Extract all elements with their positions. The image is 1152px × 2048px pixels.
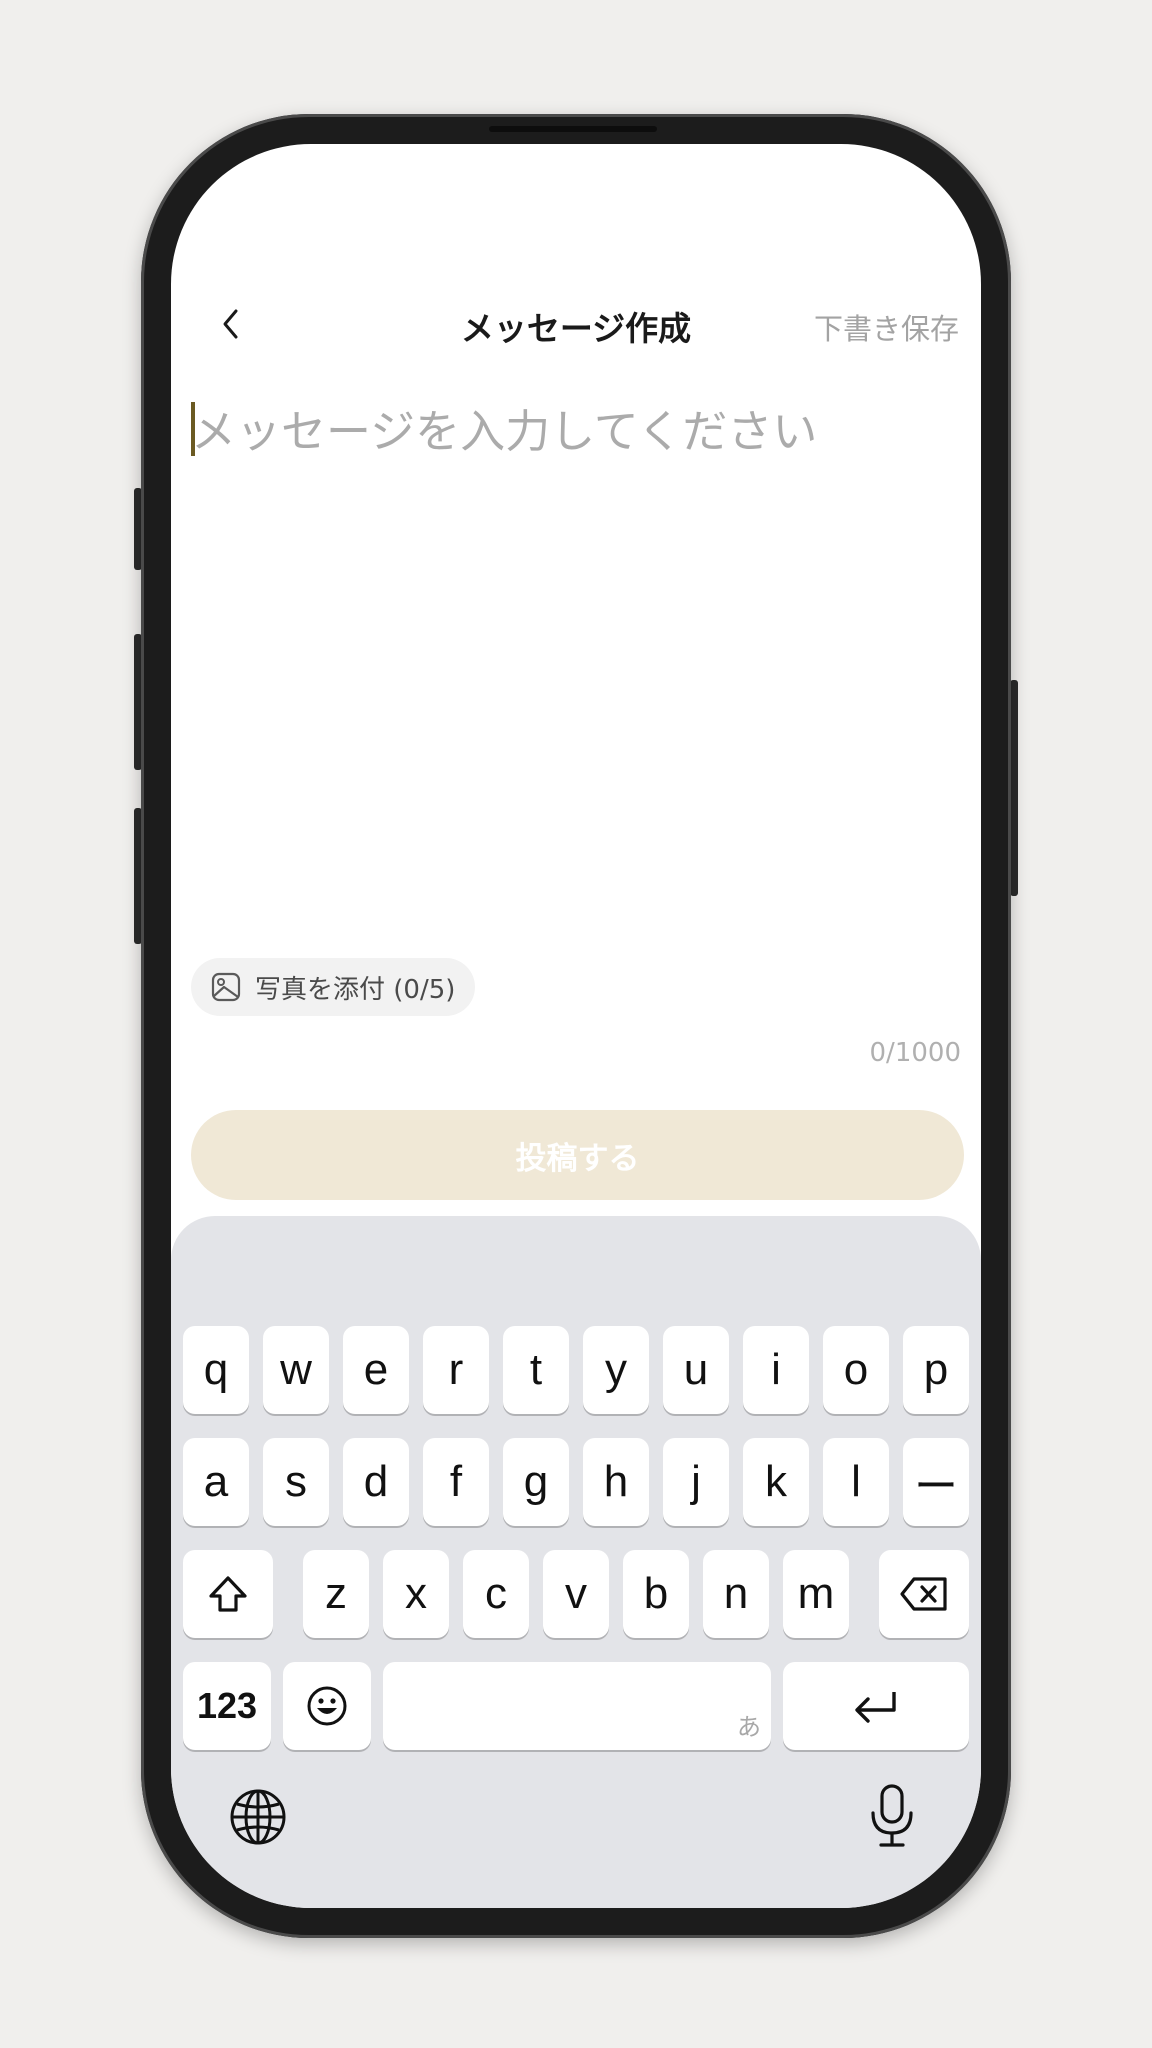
space-key[interactable]: あ <box>383 1662 771 1750</box>
emoji-icon <box>307 1686 347 1726</box>
attach-photo-label: 写真を添付 (0/5) <box>255 974 456 1005</box>
key-c[interactable]: c <box>463 1550 529 1638</box>
key-u[interactable]: u <box>663 1326 729 1414</box>
key-v[interactable]: v <box>543 1550 609 1638</box>
key-l[interactable]: l <box>823 1438 889 1526</box>
post-button-label: 投稿する <box>515 1140 640 1177</box>
shift-key[interactable] <box>183 1550 273 1638</box>
key-long-vowel[interactable]: ー <box>903 1438 969 1526</box>
key-m[interactable]: m <box>783 1550 849 1638</box>
numbers-key[interactable]: 123 <box>183 1662 271 1750</box>
key-x[interactable]: x <box>383 1550 449 1638</box>
key-b[interactable]: b <box>623 1550 689 1638</box>
key-w[interactable]: w <box>263 1326 329 1414</box>
key-n[interactable]: n <box>703 1550 769 1638</box>
shift-icon <box>209 1576 247 1612</box>
key-t[interactable]: t <box>503 1326 569 1414</box>
key-o[interactable]: o <box>823 1326 889 1414</box>
power-button <box>1010 680 1018 896</box>
save-draft-button[interactable]: 下書き保存 <box>814 306 959 348</box>
key-d[interactable]: d <box>343 1438 409 1526</box>
space-key-hint: あ <box>737 1713 761 1741</box>
post-button[interactable]: 投稿する <box>191 1110 964 1200</box>
key-p[interactable]: p <box>903 1326 969 1414</box>
phone-frame: メッセージ作成 下書き保存 写真を添付 (0/5) 0/1000 投稿する q … <box>141 114 1011 1938</box>
key-z[interactable]: z <box>303 1550 369 1638</box>
key-f[interactable]: f <box>423 1438 489 1526</box>
microphone-icon <box>871 1784 913 1847</box>
key-i[interactable]: i <box>743 1326 809 1414</box>
backspace-icon <box>900 1577 947 1611</box>
speaker-grille <box>489 126 657 132</box>
emoji-key[interactable] <box>283 1662 371 1750</box>
key-a[interactable]: a <box>183 1438 249 1526</box>
attach-photo-button[interactable]: 写真を添付 (0/5) <box>191 958 476 1016</box>
key-r[interactable]: r <box>423 1326 489 1414</box>
dictation-button[interactable] <box>861 1778 923 1854</box>
key-j[interactable]: j <box>663 1438 729 1526</box>
key-h[interactable]: h <box>583 1438 649 1526</box>
app-screen: メッセージ作成 下書き保存 写真を添付 (0/5) 0/1000 投稿する q … <box>171 144 981 1908</box>
globe-button[interactable] <box>223 1782 293 1852</box>
software-keyboard: q w e r t y u i o p a s d f g h j k l ー <box>171 1216 981 1908</box>
message-input[interactable] <box>191 400 961 960</box>
delete-key[interactable] <box>879 1550 969 1638</box>
return-key[interactable] <box>783 1662 969 1750</box>
key-y[interactable]: y <box>583 1326 649 1414</box>
key-q[interactable]: q <box>183 1326 249 1414</box>
return-icon <box>855 1692 896 1723</box>
image-icon <box>211 972 241 1002</box>
key-s[interactable]: s <box>263 1438 329 1526</box>
key-g[interactable]: g <box>503 1438 569 1526</box>
key-k[interactable]: k <box>743 1438 809 1526</box>
character-counter: 0/1000 <box>869 1038 961 1068</box>
text-cursor <box>191 402 195 456</box>
globe-icon <box>230 1789 286 1845</box>
key-e[interactable]: e <box>343 1326 409 1414</box>
